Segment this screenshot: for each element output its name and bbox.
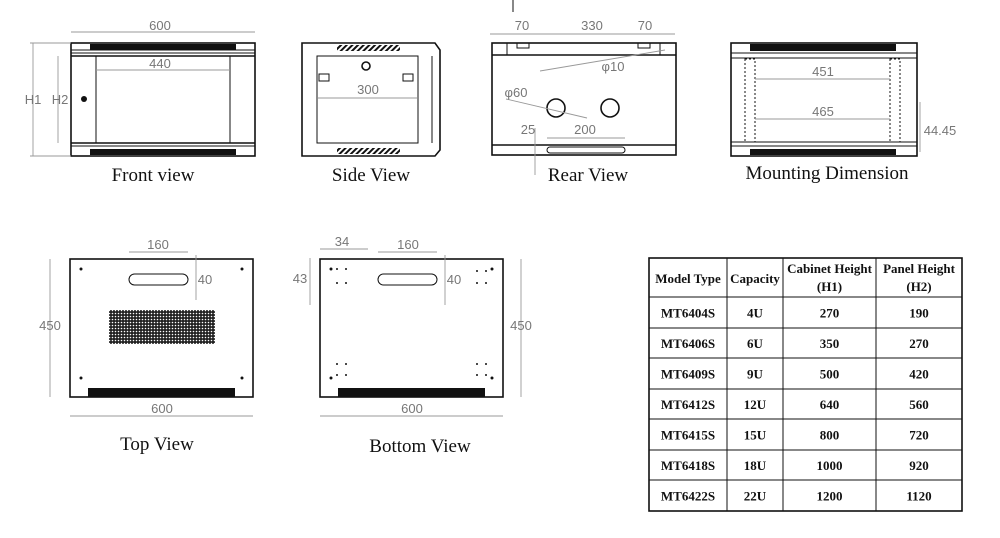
bottom-width-dim: 600	[401, 401, 423, 416]
table-cell: 920	[909, 458, 929, 473]
table-cell: 500	[820, 367, 840, 382]
table-cell: 560	[909, 397, 929, 412]
side-view: 300 Side View	[301, 42, 441, 186]
table-cell: 800	[820, 428, 840, 443]
lock-icon	[81, 96, 87, 102]
top-view: 160 40 450 600 Top View	[39, 237, 254, 455]
bottom-slot-width-dim: 160	[397, 237, 419, 252]
table-cell: 1200	[817, 489, 843, 504]
rear-view-label: Rear View	[548, 165, 629, 186]
table-cell: MT6415S	[661, 428, 715, 443]
top-view-label: Top View	[120, 434, 194, 455]
bottom-slot-height-dim: 40	[447, 272, 461, 287]
mounting-dimension-label: Mounting Dimension	[745, 163, 909, 184]
table-subheader: (H1)	[817, 279, 842, 294]
rear-large-hole-dim: φ60	[505, 85, 528, 100]
technical-drawing: 600 440 H1 H2 Front view 300 Side View 7…	[25, 0, 963, 512]
mounting-unit-height-dim: 44.45	[924, 123, 957, 138]
table-cell: 15U	[744, 428, 767, 443]
table-subheader: (H2)	[906, 279, 931, 294]
table-cell: MT6422S	[661, 489, 715, 504]
bottom-hole-spacing-x-dim: 34	[335, 234, 349, 249]
table-cell: 640	[820, 397, 840, 412]
top-slot-height-dim: 40	[198, 272, 212, 287]
side-depth-dim: 300	[357, 82, 379, 97]
front-width-dim: 600	[149, 18, 171, 33]
table-cell: MT6404S	[661, 306, 715, 321]
rear-small-hole-dim: φ10	[602, 59, 625, 74]
table-border	[648, 257, 963, 512]
table-cell: 1120	[906, 489, 931, 504]
front-view: 600 440 H1 H2 Front view	[25, 18, 256, 186]
table-cell: 4U	[747, 306, 764, 321]
side-view-label: Side View	[332, 165, 410, 186]
table-cell: 270	[909, 336, 929, 351]
rear-left-offset-dim: 70	[515, 18, 529, 33]
front-inner-width-dim: 440	[149, 56, 171, 71]
table-header: Panel Height	[883, 261, 956, 276]
cabinet-drawing-sheet: 600 440 H1 H2 Front view 300 Side View 7…	[0, 0, 1000, 538]
table-cell: 720	[909, 428, 929, 443]
bottom-hole-spacing-y-dim: 43	[293, 271, 307, 286]
bottom-view-label: Bottom View	[369, 436, 471, 457]
top-depth-dim: 450	[39, 318, 61, 333]
model-spec-table: Model Type Capacity Cabinet Height (H1) Pane…	[648, 257, 963, 512]
rear-right-offset-dim: 70	[638, 18, 652, 33]
table-cell: MT6412S	[661, 397, 715, 412]
top-slot-width-dim: 160	[147, 237, 169, 252]
table-cell: 6U	[747, 336, 764, 351]
mounting-inner-dim: 451	[812, 64, 834, 79]
table-header: Capacity	[730, 271, 780, 286]
table-cell: 270	[820, 306, 840, 321]
front-view-label: Front view	[112, 165, 195, 186]
mounting-view: 451 465 44.45 Mounting Dimension	[730, 42, 957, 184]
rear-view: 70 330 70 φ10 φ60 25 200 Rear View	[490, 0, 677, 186]
rear-slot-width-dim: 200	[574, 122, 596, 137]
rear-slot-offset-dim: 25	[521, 122, 535, 137]
top-width-dim: 600	[151, 401, 173, 416]
table-cell: 420	[909, 367, 929, 382]
table-header: Cabinet Height	[787, 261, 873, 276]
table-cell: 350	[820, 336, 840, 351]
rear-middle-dim: 330	[581, 18, 603, 33]
table-cell: 190	[909, 306, 929, 321]
h2-dim: H2	[52, 92, 69, 107]
table-cell: 12U	[744, 397, 767, 412]
table-cell: MT6409S	[661, 367, 715, 382]
table-cell: MT6406S	[661, 336, 715, 351]
table-cell: 22U	[744, 489, 767, 504]
table-header: Model Type	[655, 271, 721, 286]
table-cell: 1000	[817, 458, 843, 473]
table-cell: 9U	[747, 367, 764, 382]
bottom-view: 34 160 43 40 450 600 Bottom View	[293, 234, 532, 457]
h1-dim: H1	[25, 92, 42, 107]
bottom-depth-dim: 450	[510, 318, 532, 333]
mounting-rail-dim: 465	[812, 104, 834, 119]
table-cell: MT6418S	[661, 458, 715, 473]
table-cell: 18U	[744, 458, 767, 473]
